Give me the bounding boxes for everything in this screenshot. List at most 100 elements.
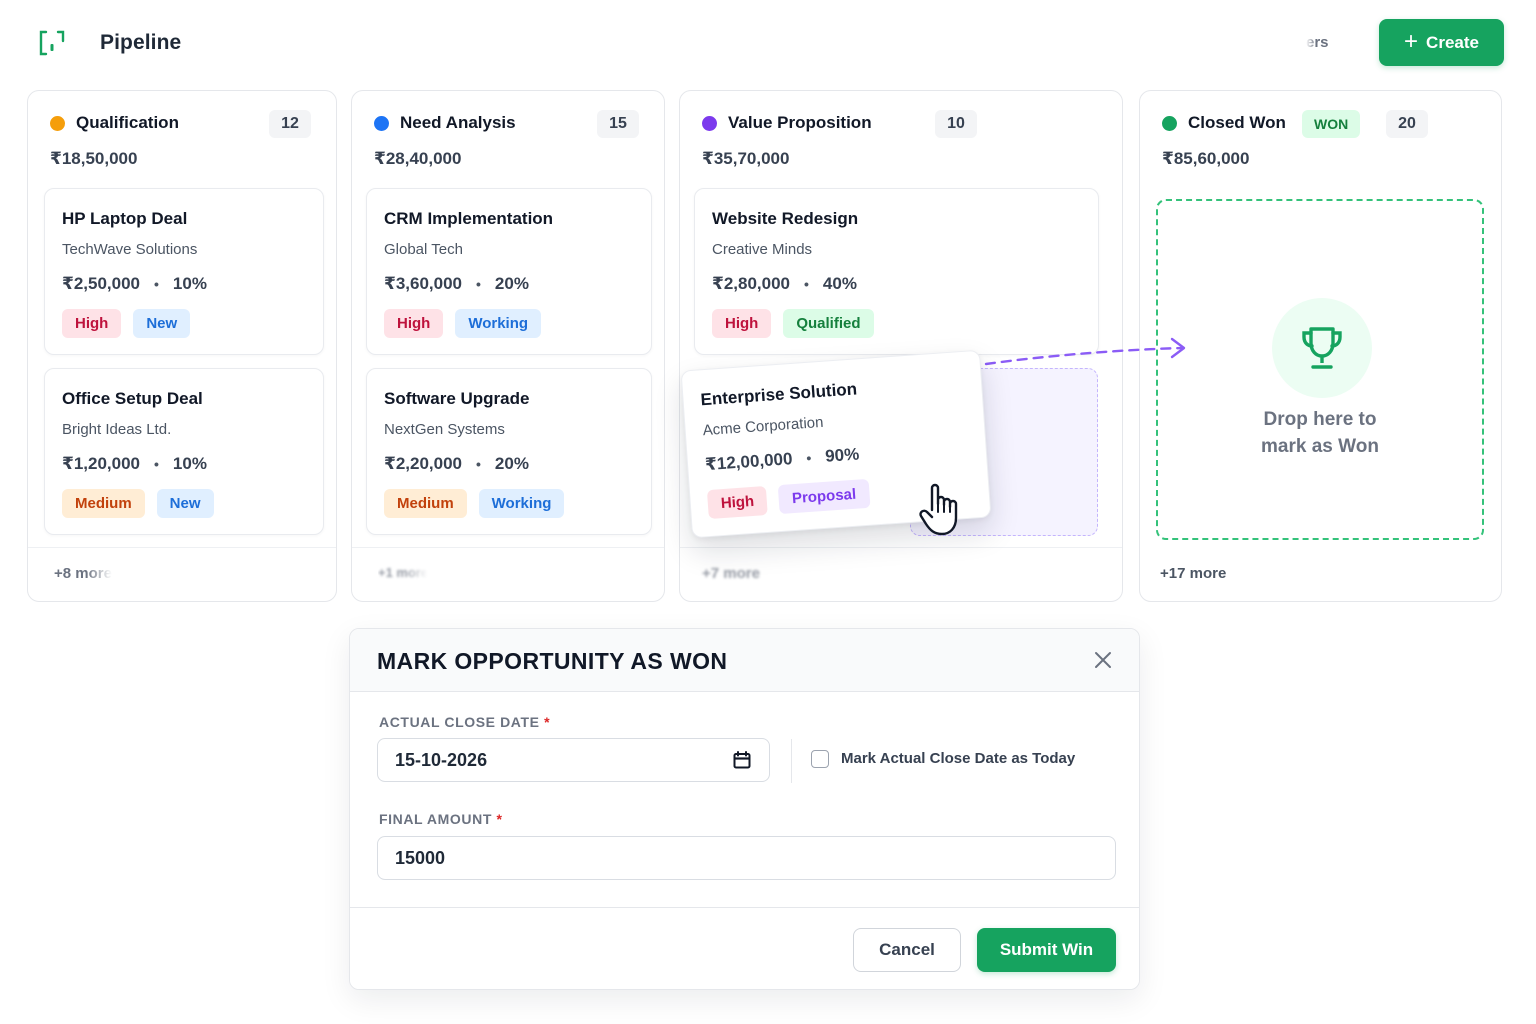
divider	[791, 739, 792, 783]
final-amount-input[interactable]: 15000	[377, 836, 1116, 880]
deal-company: NextGen Systems	[384, 421, 505, 438]
deal-title: Software Upgrade	[384, 389, 530, 408]
cancel-button[interactable]: Cancel	[853, 928, 961, 972]
column-total: ₹18,50,000	[50, 149, 138, 168]
drop-hint-line: mark as Won	[1261, 436, 1379, 457]
deal-meta: ₹2,80,000 • 40%	[712, 274, 857, 294]
trophy-badge	[1272, 298, 1372, 398]
deal-card[interactable]: HP Laptop Deal TechWave Solutions ₹2,50,…	[44, 188, 324, 355]
separator-dot: •	[805, 449, 812, 467]
won-badge: WON	[1302, 110, 1361, 138]
divider	[680, 547, 1122, 548]
column-total: ₹28,40,000	[374, 149, 462, 168]
deal-tags: High Proposal	[706, 478, 871, 520]
stage-dot-icon	[702, 115, 717, 131]
required-mark: *	[496, 811, 503, 827]
status-badge: Working	[455, 309, 542, 338]
stage-dot-icon	[1162, 115, 1177, 131]
column-count-badge: 20	[1386, 110, 1428, 138]
close-date-input[interactable]: 15-10-2026	[377, 738, 770, 782]
deal-card[interactable]: Software Upgrade NextGen Systems ₹2,20,0…	[366, 368, 652, 535]
drop-hint: Drop here to mark as Won	[1158, 406, 1482, 460]
deal-meta: ₹2,50,000 • 10%	[62, 274, 207, 294]
deal-company: Global Tech	[384, 241, 463, 258]
dialog-title: MARK OPPORTUNITY AS WON	[377, 648, 728, 674]
deal-title: Website Redesign	[712, 209, 859, 228]
show-more-link[interactable]: +1 more	[378, 565, 428, 580]
column-header: Value Proposition	[702, 113, 872, 133]
priority-badge: Medium	[62, 489, 145, 518]
divider	[352, 547, 664, 548]
today-checkbox[interactable]	[811, 750, 829, 768]
column-count-badge: 12	[269, 110, 311, 138]
close-date-value: 15-10-2026	[395, 749, 488, 770]
trophy-icon	[1302, 327, 1342, 369]
final-amount-value: 15000	[395, 847, 446, 868]
show-more-link[interactable]: +17 more	[1160, 565, 1226, 582]
separator-dot: •	[804, 276, 809, 292]
separator-dot: •	[154, 276, 159, 292]
column-count-badge: 15	[597, 110, 639, 138]
deal-company: Acme Corporation	[702, 413, 824, 440]
column-need-analysis: Need Analysis 15 ₹28,40,000 CRM Implemen…	[351, 90, 665, 602]
deal-tags: High New	[62, 309, 191, 338]
deal-title: CRM Implementation	[384, 209, 554, 228]
filters-button[interactable]: ers	[1306, 34, 1329, 51]
deal-probability: 10%	[172, 274, 207, 293]
deal-probability: 40%	[822, 274, 857, 293]
today-checkbox-label[interactable]: Mark Actual Close Date as Today	[841, 750, 1075, 767]
column-qualification: Qualification 12 ₹18,50,000 HP Laptop De…	[27, 90, 337, 602]
create-button[interactable]: + Create	[1379, 19, 1504, 66]
deal-tags: High Qualified	[712, 309, 874, 338]
final-amount-label-text: FINAL AMOUNT	[379, 811, 492, 827]
deal-amount: ₹2,50,000	[62, 274, 141, 293]
deal-title: Office Setup Deal	[62, 389, 203, 408]
close-date-label: ACTUAL CLOSE DATE *	[379, 714, 550, 730]
page-title: Pipeline	[100, 31, 182, 54]
drop-hint-line: Drop here to	[1263, 409, 1377, 430]
priority-badge: High	[712, 309, 772, 338]
stage-dot-icon	[374, 115, 389, 131]
column-title: Closed Won	[1188, 113, 1286, 132]
deal-probability: 10%	[172, 454, 207, 473]
drag-path-arrow-icon	[984, 337, 1186, 366]
deal-tags: Medium New	[62, 489, 214, 518]
column-header: Need Analysis	[374, 113, 516, 133]
status-badge: Proposal	[778, 478, 871, 515]
column-total: ₹85,60,000	[1162, 149, 1250, 168]
priority-badge: High	[62, 309, 122, 338]
submit-win-button[interactable]: Submit Win	[977, 928, 1116, 972]
column-total: ₹35,70,000	[702, 149, 790, 168]
close-icon	[1095, 652, 1111, 668]
deal-amount: ₹1,20,000	[62, 454, 141, 473]
show-more-link[interactable]: +7 more	[702, 565, 760, 582]
priority-badge: Medium	[384, 489, 467, 518]
deal-probability: 20%	[494, 454, 529, 473]
show-more-link[interactable]: +8 more	[54, 565, 112, 582]
won-drop-zone[interactable]: Drop here to mark as Won	[1156, 199, 1484, 540]
deal-meta: ₹1,20,000 • 10%	[62, 454, 207, 474]
status-badge: New	[156, 489, 214, 518]
close-button[interactable]	[1092, 649, 1114, 671]
calendar-icon[interactable]	[733, 751, 751, 769]
deal-card[interactable]: Office Setup Deal Bright Ideas Ltd. ₹1,2…	[44, 368, 324, 535]
deal-company: Bright Ideas Ltd.	[62, 421, 172, 438]
deal-title: HP Laptop Deal	[62, 209, 188, 228]
deal-card[interactable]: CRM Implementation Global Tech ₹3,60,000…	[366, 188, 652, 355]
deal-meta: ₹12,00,000 • 90%	[704, 444, 859, 475]
deal-tags: High Working	[384, 309, 542, 338]
deal-company: Creative Minds	[712, 241, 813, 258]
deal-card[interactable]: Website Redesign Creative Minds ₹2,80,00…	[694, 188, 1099, 355]
hand-cursor-icon	[919, 483, 958, 536]
create-button-label: Create	[1426, 32, 1479, 52]
mark-won-dialog: MARK OPPORTUNITY AS WON ACTUAL CLOSE DAT…	[349, 628, 1140, 990]
deal-probability: 90%	[824, 444, 860, 466]
priority-badge: High	[706, 485, 769, 520]
separator-dot: •	[476, 276, 481, 292]
dialog-footer: Cancel Submit Win	[350, 907, 1139, 989]
separator-dot: •	[476, 456, 481, 472]
deal-probability: 20%	[494, 274, 529, 293]
pipeline-logo-icon	[39, 30, 65, 56]
column-header: Qualification	[50, 113, 179, 133]
column-title: Qualification	[76, 113, 179, 132]
